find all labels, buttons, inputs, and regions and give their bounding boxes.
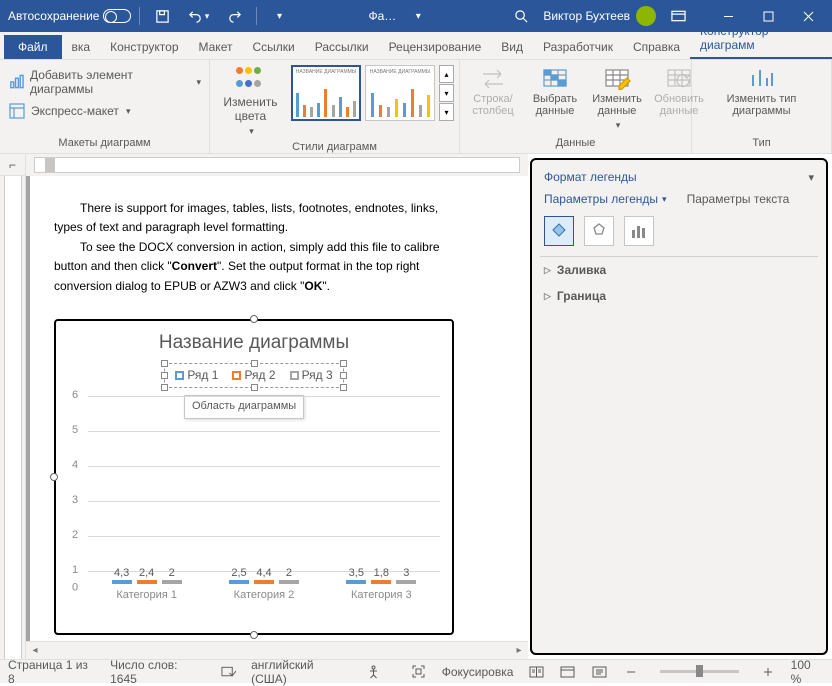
style-2[interactable]: НАЗВАНИЕ ДИАГРАММЫ xyxy=(365,65,435,121)
section-fill[interactable]: ▷Заливка xyxy=(532,257,826,283)
tab-mailings[interactable]: Рассылки xyxy=(305,35,379,59)
tab-review[interactable]: Рецензирование xyxy=(379,35,492,59)
group-type: Тип xyxy=(696,137,827,151)
chart-styles-gallery[interactable]: НАЗВАНИЕ ДИАГРАММЫ НАЗВАНИЕ ДИАГРАММЫ ▴▾… xyxy=(291,65,455,121)
ruler-horizontal xyxy=(26,154,528,176)
focus-mode-icon[interactable] xyxy=(410,663,428,681)
refresh-data-button: Обновить данные xyxy=(650,62,708,121)
document-title: Фа… xyxy=(369,9,397,23)
zoom-slider[interactable] xyxy=(660,670,738,673)
fill-line-icon[interactable] xyxy=(544,216,574,246)
format-legend-pane: × Формат легенды ▾ Параметры легенды▾ Па… xyxy=(530,158,828,655)
chart-title[interactable]: Название диаграммы xyxy=(68,329,440,357)
tab-layout[interactable]: Макет xyxy=(189,35,243,59)
ribbon-display-icon[interactable] xyxy=(664,2,692,30)
language[interactable]: английский (США) xyxy=(251,658,350,686)
document-page: There is support for images, tables, lis… xyxy=(30,176,528,641)
spellcheck-icon[interactable] xyxy=(219,663,237,681)
change-chart-type-button[interactable]: Изменить тип диаграммы xyxy=(696,62,827,121)
tab-view[interactable]: Вид xyxy=(491,35,533,59)
tab-home[interactable]: вка xyxy=(62,35,101,59)
tab-developer[interactable]: Разработчик xyxy=(533,35,623,59)
page-indicator[interactable]: Страница 1 из 8 xyxy=(8,658,96,686)
quick-layout-button[interactable]: Экспресс-макет▾ xyxy=(4,100,134,122)
gallery-scroll[interactable]: ▴▾▾ xyxy=(439,65,455,121)
effects-icon[interactable] xyxy=(584,216,614,246)
ribbon: Добавить элемент диаграммы▾ Экспресс-мак… xyxy=(0,60,832,154)
group-styles: Стили диаграмм xyxy=(214,141,455,155)
chart-object[interactable]: Название диаграммы Ряд 1 Ряд 2 Ряд 3 Обл… xyxy=(54,319,454,635)
selection-handle[interactable] xyxy=(50,473,58,481)
tab-help[interactable]: Справка xyxy=(623,35,690,59)
tab-chart-design[interactable]: Конструктор диаграмм xyxy=(690,19,832,59)
pane-title: Формат легенды xyxy=(544,170,637,184)
accessibility-icon[interactable] xyxy=(365,663,383,681)
pane-tab-text-options[interactable]: Параметры текста xyxy=(687,192,790,206)
selection-handle[interactable] xyxy=(250,631,258,639)
legend-options-icon[interactable] xyxy=(624,216,654,246)
style-1[interactable]: НАЗВАНИЕ ДИАГРАММЫ xyxy=(291,65,361,121)
focus-label[interactable]: Фокусировка xyxy=(442,665,514,679)
account[interactable]: Виктор Бухтеев xyxy=(543,6,656,26)
pane-menu-icon[interactable]: ▾ xyxy=(808,171,814,184)
zoom-level[interactable]: 100 % xyxy=(791,658,824,686)
tab-design[interactable]: Конструктор xyxy=(100,35,188,59)
zoom-in-button[interactable] xyxy=(759,663,777,681)
tab-references[interactable]: Ссылки xyxy=(242,35,304,59)
undo-icon[interactable]: ▾ xyxy=(184,2,212,30)
dd-icon[interactable]: ▾ xyxy=(404,2,432,30)
qat-more-icon[interactable]: ▾ xyxy=(265,2,293,30)
selection-handle[interactable] xyxy=(250,315,258,323)
plot-area[interactable]: 6 5 4 3 2 1 0 4,3 2,4 2 Категория 1 xyxy=(88,396,440,606)
search-icon[interactable] xyxy=(507,2,535,30)
redo-icon[interactable] xyxy=(220,2,248,30)
add-chart-element-button[interactable]: Добавить элемент диаграммы▾ xyxy=(4,66,205,98)
change-colors-button[interactable]: Изменить цвета▾ xyxy=(214,62,287,141)
read-mode-icon[interactable] xyxy=(527,663,545,681)
group-data: Данные xyxy=(464,137,687,151)
avatar xyxy=(636,6,656,26)
ribbon-tabs: Файл вка Конструктор Макет Ссылки Рассыл… xyxy=(0,32,832,60)
save-icon[interactable] xyxy=(148,2,176,30)
edit-data-button[interactable]: Изменить данные▾ xyxy=(588,62,646,135)
word-count[interactable]: Число слов: 1645 xyxy=(110,658,205,686)
statusbar: Страница 1 из 8 Число слов: 1645 английс… xyxy=(0,659,832,683)
zoom-out-button[interactable] xyxy=(622,663,640,681)
web-layout-icon[interactable] xyxy=(591,663,609,681)
select-data-button[interactable]: Выбрать данные xyxy=(526,62,584,121)
chart-legend[interactable]: Ряд 1 Ряд 2 Ряд 3 xyxy=(164,363,343,388)
horizontal-scrollbar[interactable]: ◂▸ xyxy=(26,641,528,659)
print-layout-icon[interactable] xyxy=(559,663,577,681)
autosave-toggle[interactable]: Автосохранение xyxy=(8,9,131,23)
ruler-vertical: ⌐ xyxy=(0,154,26,659)
palette-icon xyxy=(235,66,267,92)
tab-file[interactable]: Файл xyxy=(4,35,62,59)
switch-rowcol-button: Строка/столбец xyxy=(464,62,522,121)
pane-tab-legend-options[interactable]: Параметры легенды▾ xyxy=(544,192,667,206)
group-layouts: Макеты диаграмм xyxy=(4,137,205,151)
section-border[interactable]: ▷Граница xyxy=(532,283,826,309)
